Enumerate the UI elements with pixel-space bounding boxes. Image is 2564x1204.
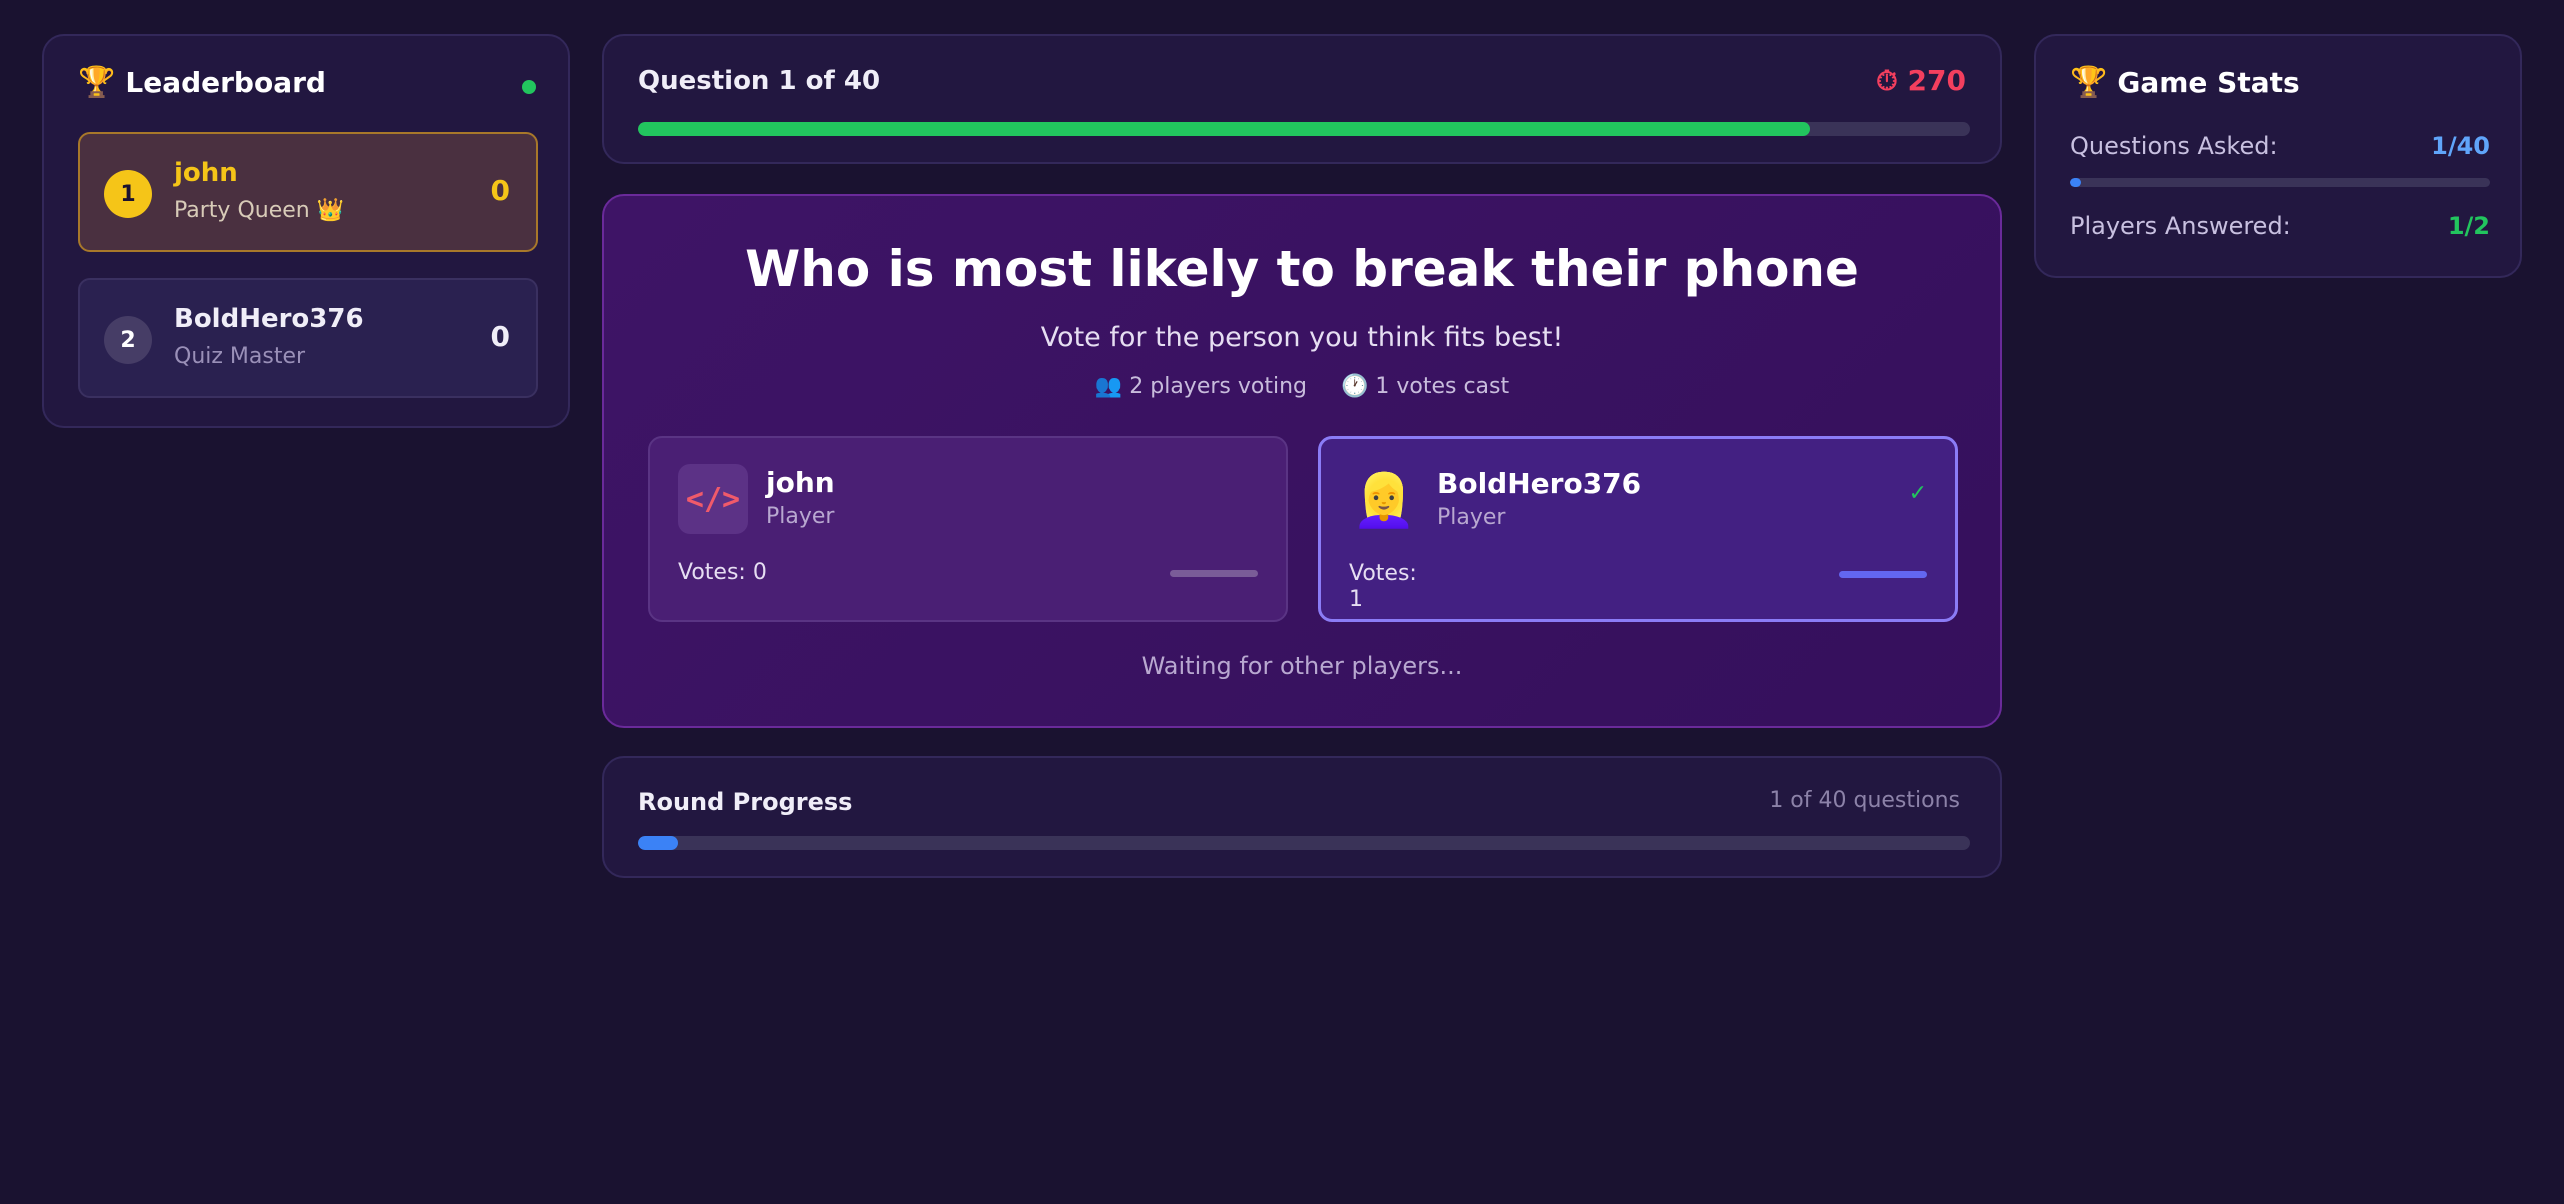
vote-bar [1839, 571, 1927, 578]
question-instruction: Vote for the person you think fits best! [1040, 322, 1564, 353]
option-role: Player [1437, 505, 1506, 530]
option-role: Player [766, 504, 835, 529]
rank-badge: 1 [104, 170, 152, 218]
check-icon: ✓ [1908, 481, 1927, 506]
vote-option-boldhero376[interactable]: 👱‍♀️ BoldHero376 Player ✓ Votes: 1 [1318, 436, 1958, 622]
stopwatch-icon: ⏱ [1875, 64, 1898, 97]
online-status-icon [522, 80, 536, 94]
game-stats-title-text: Game Stats [2117, 66, 2300, 99]
vote-meta: 👥 2 players voting 🕐 1 votes cast [604, 374, 2000, 399]
question-text: Who is most likely to break their phone [745, 240, 1859, 298]
players-answered-label: Players Answered: [2070, 212, 2291, 240]
round-progress-fill [638, 836, 678, 850]
leaderboard-panel: 🏆 Leaderboard 1 john Party Queen 👑 0 2 B… [42, 34, 570, 428]
player-title: Quiz Master [174, 344, 306, 369]
round-progress-bar [638, 836, 1970, 850]
questions-asked-bar [2070, 178, 2490, 187]
timer-progress-fill [638, 122, 1811, 136]
option-name: BoldHero376 [1437, 467, 1642, 500]
leaderboard-row[interactable]: 2 BoldHero376 Quiz Master 0 [78, 278, 538, 398]
timer: ⏱ 270 [1876, 64, 1966, 98]
trophy-icon: 🏆 [78, 64, 116, 100]
option-votes: Votes: 0 [678, 560, 767, 585]
question-card: Who is most likely to break their phone … [602, 194, 2002, 728]
timer-value: 270 [1907, 64, 1966, 97]
option-votes-label: Votes: [1349, 561, 1417, 586]
trophy-icon: 🏆 [2070, 64, 2108, 100]
question-header: Question 1 of 40 ⏱ 270 [602, 34, 2002, 164]
player-name: john [174, 158, 238, 188]
waiting-message: Waiting for other players... [1141, 652, 1463, 680]
questions-asked-label: Questions Asked: [2070, 132, 2278, 160]
votes-cast: 🕐 1 votes cast [1340, 374, 1510, 399]
players-answered-value: 1/2 [2447, 212, 2490, 240]
rank-badge: 2 [104, 316, 152, 364]
leaderboard-title: 🏆 Leaderboard [78, 66, 326, 99]
round-progress-title: Round Progress [638, 788, 853, 816]
option-votes-value: 1 [1349, 587, 1363, 612]
game-stats-panel: 🏆 Game Stats Questions Asked: 1/40 Playe… [2034, 34, 2522, 278]
timer-progress-bar [638, 122, 1970, 136]
player-name: BoldHero376 [174, 304, 364, 334]
leaderboard-title-text: Leaderboard [125, 66, 326, 99]
option-votes: Votes: 1 [1349, 561, 1439, 613]
player-score: 0 [490, 174, 510, 207]
round-progress-panel: Round Progress 1 of 40 questions [602, 756, 2002, 878]
players-voting: 👥 2 players voting [1094, 374, 1307, 399]
leaderboard-row[interactable]: 1 john Party Queen 👑 0 [78, 132, 538, 252]
player-title: Party Queen 👑 [174, 198, 345, 223]
avatar-icon: 👱‍♀️ [1351, 470, 1417, 531]
round-progress-count: 1 of 40 questions [1769, 788, 1960, 813]
code-icon: </> [678, 464, 748, 534]
game-stats-title: 🏆 Game Stats [2070, 66, 2300, 99]
game-screen: 🏆 Leaderboard 1 john Party Queen 👑 0 2 B… [0, 0, 2564, 1204]
player-score: 0 [490, 320, 510, 353]
vote-option-john[interactable]: </> john Player Votes: 0 [648, 436, 1288, 622]
questions-asked-fill [2070, 178, 2081, 187]
question-counter: Question 1 of 40 [638, 66, 881, 96]
vote-bar [1170, 570, 1258, 577]
option-name: john [766, 466, 835, 499]
questions-asked-value: 1/40 [2431, 132, 2490, 160]
